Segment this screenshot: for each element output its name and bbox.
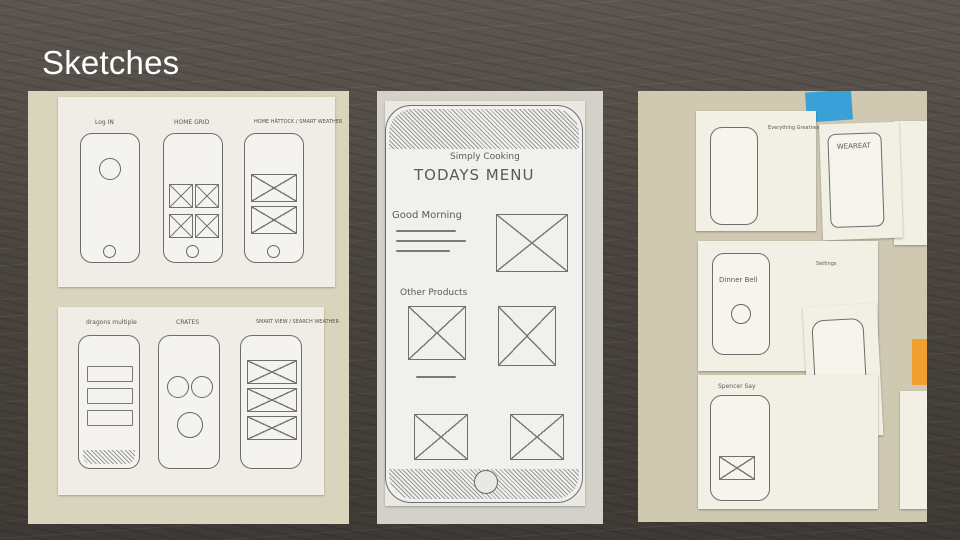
image-placeholder	[408, 306, 466, 360]
wireframe-phone: Dinner Bell	[712, 253, 770, 355]
image-placeholder	[195, 214, 219, 238]
wireframe-phone	[710, 127, 758, 225]
sketch-label: CRATES	[176, 319, 200, 326]
circle-button	[191, 376, 213, 398]
wireframe-phone	[244, 133, 304, 263]
sketch-note: WEAREAT	[819, 121, 903, 241]
paper-edge	[900, 391, 927, 509]
home-button	[474, 470, 498, 494]
image-placeholder	[169, 184, 193, 208]
list-row	[87, 388, 133, 404]
sticky-note-orange	[912, 339, 927, 385]
image-placeholder	[251, 174, 297, 202]
sketch-sheet: Simply Cooking TODAYS MENU Good Morning …	[385, 101, 585, 506]
hatched-header	[389, 109, 579, 149]
sketch-label: HOME HÄTTOCK / SMART WEATHER	[254, 119, 343, 125]
image-placeholder	[169, 214, 193, 238]
avatar	[99, 158, 121, 180]
annotation: Settings	[816, 261, 837, 267]
image-placeholder	[247, 360, 297, 384]
image-placeholder	[510, 414, 564, 460]
sketch-label: Log IN	[95, 119, 114, 126]
note-heading: WEAREAT	[836, 141, 871, 151]
list-row	[87, 366, 133, 382]
sketch-photo-left: Log IN HOME GRID HOME HÄTTOCK / SMART WE…	[28, 91, 349, 524]
sketch-photo-right: Everything Greatness WEAREAT Dinner Bell…	[638, 91, 927, 522]
note-title: Dinner Bell	[719, 276, 758, 284]
image-placeholder	[195, 184, 219, 208]
home-button	[267, 245, 280, 258]
image-placeholder	[496, 214, 568, 272]
header-text: Simply Cooking	[450, 152, 520, 162]
wireframe-phone	[163, 133, 223, 263]
sketch-sheet-bottom: dragons multiple CRATES SMART VIEW / SEA…	[58, 307, 339, 495]
image-placeholder	[719, 456, 755, 480]
text-line	[416, 376, 456, 378]
sketch-label: dragons multiple	[86, 319, 137, 326]
wireframe-phone	[78, 335, 140, 469]
circle-button	[167, 376, 189, 398]
section-label: Other Products	[400, 288, 468, 298]
annotation: Everything Greatness	[768, 125, 823, 131]
sketch-note: Everything Greatness	[696, 111, 822, 231]
wireframe-phone: Simply Cooking TODAYS MENU Good Morning …	[385, 105, 583, 503]
menu-heading: TODAYS MENU	[414, 166, 535, 184]
slide-title: Sketches	[42, 44, 180, 81]
image-placeholder	[247, 388, 297, 412]
circle-button	[177, 412, 203, 438]
hatched-footer	[83, 450, 135, 464]
image-placeholder	[414, 414, 468, 460]
image-placeholder	[498, 306, 556, 366]
list-row	[87, 410, 133, 426]
home-button	[186, 245, 199, 258]
home-button	[103, 245, 116, 258]
text-line	[396, 250, 450, 252]
image-placeholder	[247, 416, 297, 440]
wireframe-phone	[710, 395, 770, 501]
sketch-note: Spencer Say	[698, 375, 878, 509]
text-line	[396, 230, 456, 232]
text-line	[396, 240, 466, 242]
wireframe-phone	[158, 335, 220, 469]
section-label: Good Morning	[392, 210, 462, 221]
circle-icon	[731, 304, 751, 324]
image-placeholder	[251, 206, 297, 234]
sketch-label: SMART VIEW / SEARCH WEATHER	[256, 319, 339, 325]
sketch-photo-center: Simply Cooking TODAYS MENU Good Morning …	[377, 91, 603, 524]
wireframe-phone	[80, 133, 140, 263]
wireframe-phone: WEAREAT	[827, 132, 885, 229]
sketch-label: HOME GRID	[174, 119, 210, 126]
annotation: Spencer Say	[718, 383, 756, 390]
wireframe-phone	[240, 335, 302, 469]
sketch-sheet-top: Log IN HOME GRID HOME HÄTTOCK / SMART WE…	[58, 97, 342, 287]
